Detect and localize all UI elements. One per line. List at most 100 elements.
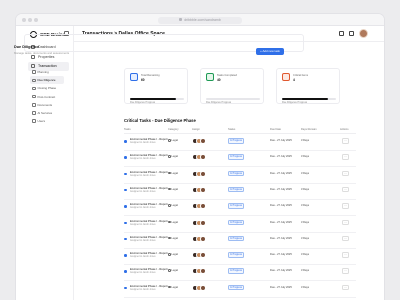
subnav-icon [32, 94, 36, 99]
subnav-item[interactable]: Documents [30, 101, 64, 109]
table-row[interactable]: Environmental Phase I - Report Assigned t… [124, 151, 356, 168]
progress-fill [130, 98, 176, 100]
table-row[interactable]: Environmental Phase I - Report Assigned t… [124, 168, 356, 184]
category-label: Legal [171, 253, 178, 257]
status-badge: In Progress [228, 219, 244, 225]
stat-value: 40 [217, 78, 221, 82]
table-header: Tasks Category Assign Status Due Date Days Re… [124, 126, 356, 134]
avatar [200, 219, 206, 226]
priority-dot-icon [124, 140, 127, 143]
subnav-label: AI Services [37, 111, 53, 116]
priority-dot-icon [124, 237, 127, 241]
task-name[interactable]: Environmental Phase I - Report [130, 154, 168, 157]
due-date: Due - 27 July 2025 [270, 269, 292, 273]
subnav-icon [32, 70, 36, 74]
avatar[interactable] [359, 29, 368, 38]
status-badge: In Progress [228, 138, 244, 144]
table-row[interactable]: Environmental Phase I - Report Assigned t… [124, 233, 356, 249]
category-label: Legal [171, 204, 178, 208]
table-row[interactable]: Environmental Phase I - Report Assigned t… [124, 265, 356, 282]
table-row[interactable]: Environmental Phase I - Report Assigned t… [124, 184, 356, 200]
table-row[interactable]: Environmental Phase I - Report Assigned t… [124, 200, 356, 217]
more-actions-icon[interactable]: … [342, 170, 349, 177]
avatar [200, 268, 206, 275]
category-icon [168, 269, 171, 272]
table-row[interactable]: Environmental Phase I - Report Assigned t… [124, 217, 356, 233]
maximize-dot-icon[interactable] [34, 18, 38, 22]
stat-card: Tasks Completed 40 Due Diligence Progress [200, 68, 264, 104]
subnav-label: Closing Phase [37, 86, 57, 91]
avatar [200, 284, 206, 291]
close-dot-icon[interactable] [22, 18, 26, 22]
task-name[interactable]: Environmental Phase I - Report [130, 268, 168, 271]
task-assignee-text: Assigned to Jacob Jones [130, 288, 156, 291]
days-remaining: 3 Days [301, 204, 310, 208]
subnav-item[interactable]: Due Diligence [30, 76, 64, 85]
subnav-item[interactable]: Post-Contract [30, 93, 64, 101]
subnav-item[interactable]: Planning [30, 68, 64, 76]
task-name[interactable]: Environmental Phase I - Report [130, 203, 168, 206]
task-category: Legal [168, 204, 178, 207]
table-row[interactable]: Environmental Phase I - Report Assigned t… [124, 249, 356, 266]
task-name[interactable]: Environmental Phase I - Report [130, 138, 168, 141]
settings-icon[interactable] [339, 31, 344, 36]
more-actions-icon[interactable]: … [342, 268, 349, 274]
subnav-item[interactable]: Users [30, 117, 64, 125]
category-label: Legal [171, 285, 178, 289]
more-actions-icon[interactable]: … [342, 252, 349, 258]
minimize-dot-icon[interactable] [28, 18, 32, 22]
task-name[interactable]: Environmental Phase I - Report [130, 220, 168, 223]
days-remaining: 3 Days [301, 171, 310, 175]
progress-bar [282, 98, 336, 100]
task-name[interactable]: Environmental Phase I - Report [130, 236, 168, 239]
stat-icon [130, 73, 138, 81]
due-date: Due - 27 July 2025 [270, 285, 292, 289]
more-actions-icon[interactable]: … [342, 235, 349, 242]
task-name[interactable]: Environmental Phase I - Report [130, 252, 168, 255]
notification-bell-icon[interactable] [349, 31, 354, 36]
more-actions-icon[interactable]: … [342, 284, 349, 291]
subnav-label: Users [37, 119, 46, 124]
address-bar[interactable]: dribbble.com/sandramb [158, 16, 242, 24]
task-name[interactable]: Environmental Phase I - Report [130, 285, 168, 288]
days-remaining: 3 Days [301, 253, 310, 257]
task-name[interactable]: Environmental Phase I - Report [130, 171, 168, 174]
subnav-label: Documents [37, 102, 53, 107]
subnav-icon [32, 86, 36, 91]
category-label: Legal [171, 269, 178, 273]
avatar [200, 252, 206, 259]
status-badge: In Progress [228, 235, 244, 242]
section-title: Due Diligence [14, 45, 40, 49]
add-task-button[interactable]: + Add new task [256, 48, 284, 55]
table-row[interactable]: Environmental Phase I - Report Assigned t… [124, 282, 356, 298]
task-category: Legal [168, 155, 178, 158]
category-label: Legal [171, 220, 178, 224]
column-header: Actions [340, 128, 349, 131]
category-label: Legal [171, 187, 178, 191]
task-category: Legal [168, 237, 178, 240]
progress-bar [206, 98, 260, 100]
subnav-item[interactable]: Closing Phase [30, 84, 64, 92]
more-actions-icon[interactable]: … [342, 138, 349, 144]
more-actions-icon[interactable]: … [342, 186, 349, 193]
category-icon [168, 253, 171, 256]
priority-dot-icon [124, 205, 127, 208]
task-category: Legal [168, 253, 178, 256]
more-actions-icon[interactable]: … [342, 219, 349, 225]
priority-dot-icon [124, 221, 127, 224]
category-icon [168, 171, 171, 175]
table-row[interactable]: Environmental Phase I - Report Assigned t… [124, 135, 356, 151]
category-label: Legal [171, 139, 178, 142]
more-actions-icon[interactable]: … [342, 154, 349, 160]
avatar [200, 138, 206, 144]
subnav-item[interactable]: AI Services [30, 109, 64, 117]
section-subtitle: Manage tasks, documents and assessments [14, 51, 70, 55]
stat-value: 4 [293, 78, 295, 82]
sidebar-item-label: Properties [38, 54, 55, 59]
more-actions-icon[interactable]: … [342, 203, 349, 209]
task-name[interactable]: Environmental Phase I - Report [130, 187, 168, 190]
status-badge: In Progress [228, 284, 244, 291]
task-assignee-text: Assigned to Jacob Jones [130, 272, 156, 275]
progress-fill [282, 98, 328, 100]
subnav-label: Planning [37, 70, 49, 75]
